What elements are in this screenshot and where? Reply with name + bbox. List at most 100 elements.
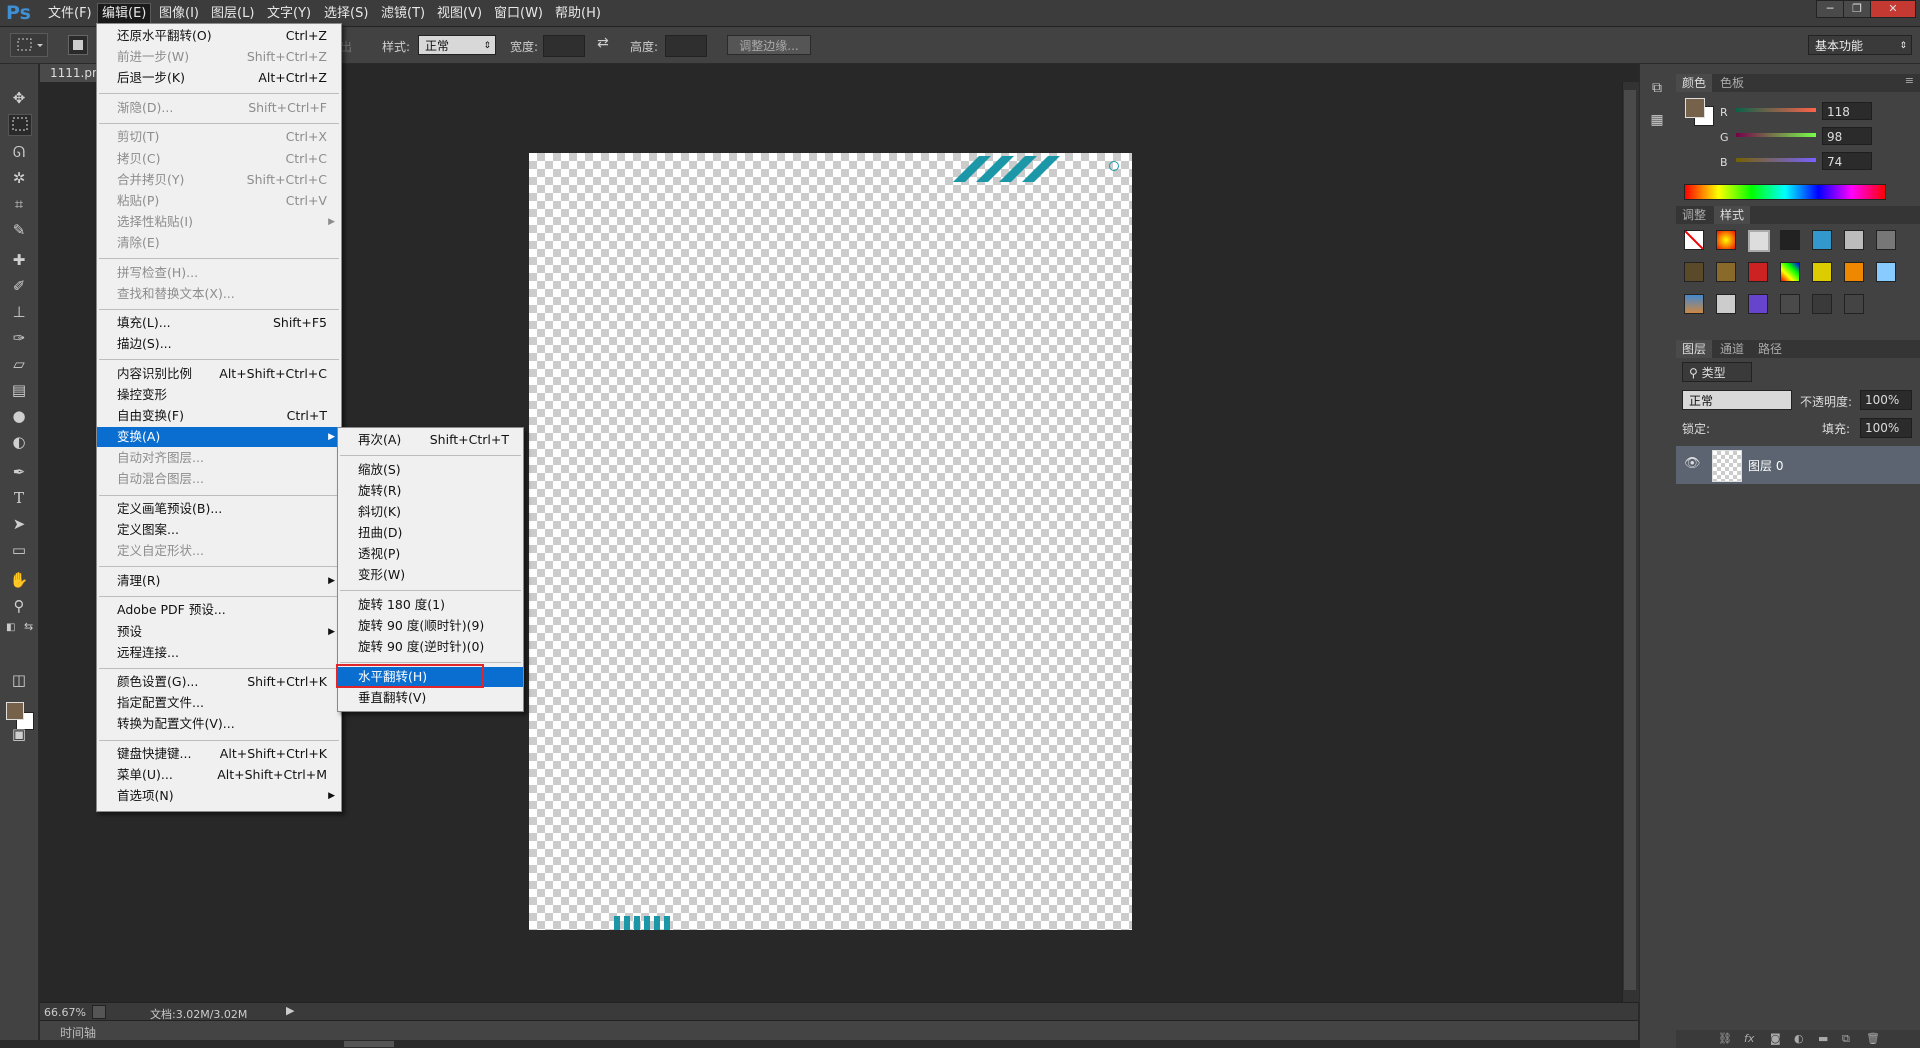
menu-item-垂直翻转-v[interactable]: 垂直翻转(V) — [338, 688, 523, 708]
crop-tool-icon[interactable]: ⌗ — [8, 194, 30, 214]
minimize-button[interactable]: ─ — [1816, 0, 1844, 18]
move-tool-icon[interactable]: ✥ — [8, 88, 30, 108]
hand-tool-icon[interactable]: ✋ — [8, 570, 30, 590]
menu-select[interactable]: 选择(S) — [320, 5, 372, 23]
g-slider[interactable] — [1736, 133, 1816, 137]
menu-help[interactable]: 帮助(H) — [551, 5, 605, 23]
timeline-label[interactable]: 时间轴 — [60, 1024, 96, 1041]
marquee-tool-icon[interactable] — [8, 114, 32, 136]
new-selection-icon[interactable] — [68, 35, 88, 55]
style-select[interactable]: 正常 ⇕ — [418, 35, 496, 55]
document-canvas[interactable] — [529, 153, 1132, 930]
menu-item-还原水平翻转-o[interactable]: 还原水平翻转(O) Ctrl+Z — [97, 26, 341, 46]
screen-mode-icon[interactable]: ▣ — [8, 724, 30, 744]
lasso-tool-icon[interactable]: ᘏ — [8, 142, 30, 162]
layer-kind-filter[interactable]: ⚲ 类型 — [1682, 362, 1752, 382]
healing-brush-tool-icon[interactable]: ✚ — [8, 250, 30, 270]
r-value[interactable]: 118 — [1822, 102, 1872, 120]
style-swatch[interactable] — [1812, 230, 1832, 250]
opacity-value[interactable]: 100% — [1860, 390, 1912, 410]
menu-item-旋转-90-度-顺时针-9[interactable]: 旋转 90 度(顺时针)(9) — [338, 616, 523, 636]
style-swatch[interactable] — [1780, 294, 1800, 314]
menu-item-自由变换-f[interactable]: 自由变换(F) Ctrl+T — [97, 406, 341, 426]
adjustment-layer-icon[interactable]: ◐ — [1794, 1030, 1804, 1048]
layer-name[interactable]: 图层 0 — [1748, 457, 1783, 474]
menu-item-旋转-180-度-1[interactable]: 旋转 180 度(1) — [338, 595, 523, 615]
tab-styles[interactable]: 样式 — [1714, 206, 1751, 224]
style-swatch[interactable] — [1748, 262, 1768, 282]
menu-item-再次-a[interactable]: 再次(A) Shift+Ctrl+T — [338, 430, 523, 450]
link-layers-icon[interactable]: ⛓ — [1718, 1030, 1732, 1048]
menu-item-远程连接[interactable]: 远程连接... — [97, 643, 341, 663]
style-swatch[interactable] — [1748, 230, 1770, 252]
zoom-level[interactable]: 66.67% — [44, 1006, 86, 1019]
marquee-preset-icon[interactable] — [10, 33, 48, 57]
dodge-tool-icon[interactable]: ◐ — [8, 432, 30, 452]
layer-row[interactable]: 👁 图层 0 — [1676, 446, 1920, 484]
swap-icon[interactable]: ⇄ — [597, 35, 609, 51]
style-swatch[interactable] — [1748, 294, 1768, 314]
menu-edit[interactable]: 编辑(E) — [97, 3, 152, 25]
tab-swatches[interactable]: 色板 — [1714, 74, 1750, 92]
menu-item-变形-w[interactable]: 变形(W) — [338, 565, 523, 585]
menu-item-菜单-u[interactable]: 菜单(U)... Alt+Shift+Ctrl+M — [97, 765, 341, 785]
style-swatch[interactable] — [1716, 294, 1736, 314]
fx-icon[interactable]: fx — [1744, 1030, 1754, 1048]
properties-panel-icon[interactable]: ▦ — [1646, 112, 1668, 134]
style-swatch[interactable] — [1844, 294, 1864, 314]
menu-item-adobe-pdf-预设[interactable]: Adobe PDF 预设... — [97, 600, 341, 620]
menu-item-扭曲-d[interactable]: 扭曲(D) — [338, 523, 523, 543]
menu-item-描边-s[interactable]: 描边(S)... — [97, 334, 341, 354]
menu-item-后退一步-k[interactable]: 后退一步(K) Alt+Ctrl+Z — [97, 68, 341, 88]
width-input[interactable] — [543, 35, 585, 57]
style-swatch[interactable] — [1812, 262, 1832, 282]
foreground-color-swatch[interactable] — [1685, 98, 1705, 118]
menu-layer[interactable]: 图层(L) — [207, 5, 258, 23]
panel-menu-icon[interactable]: ≡ — [1905, 74, 1914, 87]
menu-type[interactable]: 文字(Y) — [263, 5, 315, 23]
menu-view[interactable]: 视图(V) — [433, 5, 486, 23]
menu-item-定义画笔预设-b[interactable]: 定义画笔预设(B)... — [97, 499, 341, 519]
menu-item-内容识别比例[interactable]: 内容识别比例 Alt+Shift+Ctrl+C — [97, 364, 341, 384]
zoom-tool-icon[interactable]: ⚲ — [8, 596, 30, 616]
style-swatch[interactable] — [1780, 262, 1800, 282]
tab-paths[interactable]: 路径 — [1752, 340, 1788, 358]
eye-icon[interactable]: 👁 — [1684, 456, 1701, 471]
style-swatch[interactable] — [1812, 294, 1832, 314]
menu-item-首选项-n[interactable]: 首选项(N) ▶ — [97, 786, 341, 806]
menu-item-斜切-k[interactable]: 斜切(K) — [338, 502, 523, 522]
menu-item-键盘快捷键[interactable]: 键盘快捷键... Alt+Shift+Ctrl+K — [97, 744, 341, 764]
magic-wand-tool-icon[interactable]: ✲ — [8, 168, 30, 188]
tab-channels[interactable]: 通道 — [1714, 340, 1750, 358]
clone-stamp-tool-icon[interactable]: ⊥ — [8, 302, 30, 322]
new-layer-icon[interactable]: ⧉ — [1842, 1030, 1850, 1048]
tab-color[interactable]: 颜色 — [1676, 74, 1713, 92]
restore-button[interactable]: ❐ — [1843, 0, 1871, 18]
r-slider[interactable] — [1736, 108, 1816, 112]
b-value[interactable]: 74 — [1822, 152, 1872, 170]
tab-layers[interactable]: 图层 — [1676, 340, 1713, 358]
style-swatch[interactable] — [1684, 294, 1704, 314]
fill-value[interactable]: 100% — [1860, 418, 1912, 438]
gradient-tool-icon[interactable]: ▤ — [8, 380, 30, 400]
menu-item-缩放-s[interactable]: 缩放(S) — [338, 460, 523, 480]
menu-item-水平翻转-h[interactable]: 水平翻转(H) — [336, 663, 523, 688]
status-arrow-icon[interactable]: ▶ — [286, 1004, 294, 1017]
menu-item-旋转-r[interactable]: 旋转(R) — [338, 481, 523, 501]
menu-filter[interactable]: 滤镜(T) — [377, 5, 429, 23]
workspace-select[interactable]: 基本功能 ⇕ — [1808, 35, 1912, 55]
eraser-tool-icon[interactable]: ▱ — [8, 354, 30, 374]
menu-item-转换为配置文件-v[interactable]: 转换为配置文件(V)... — [97, 714, 341, 734]
refine-edge-button[interactable]: 调整边缘... — [727, 35, 811, 55]
menu-item-指定配置文件[interactable]: 指定配置文件... — [97, 693, 341, 713]
history-panel-icon[interactable]: ⧉ — [1646, 80, 1668, 102]
menu-file[interactable]: 文件(F) — [44, 5, 96, 23]
style-swatch[interactable] — [1876, 230, 1896, 250]
menu-item-预设[interactable]: 预设 ▶ — [97, 622, 341, 642]
path-selection-tool-icon[interactable]: ➤ — [8, 514, 30, 534]
type-tool-icon[interactable]: T — [8, 488, 30, 508]
color-spectrum[interactable] — [1684, 184, 1886, 200]
style-swatch[interactable] — [1684, 262, 1704, 282]
style-swatch[interactable] — [1844, 230, 1864, 250]
menu-item-旋转-90-度-逆时针-0[interactable]: 旋转 90 度(逆时针)(0) — [338, 637, 523, 657]
